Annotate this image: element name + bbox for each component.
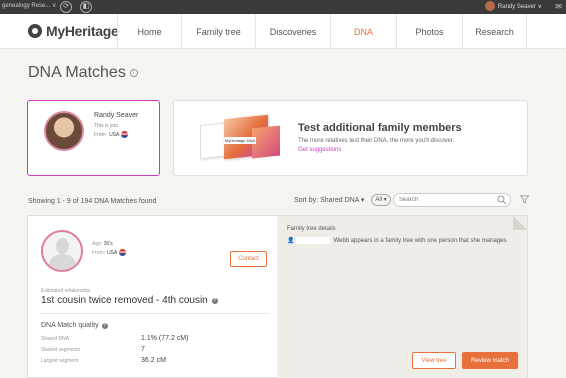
promo-title: Test additional family members: [298, 122, 462, 134]
stat-label: Shared segments: [41, 347, 81, 353]
user-avatar: [484, 1, 495, 11]
tree-details-text: 👤 Webb appears in a family tree with one …: [287, 237, 506, 244]
age-label: Age:: [92, 241, 103, 247]
sort-dropdown[interactable]: Sort by: Shared DNA ▾: [294, 196, 364, 204]
notifications-icon[interactable]: ◧: [80, 1, 92, 13]
quality-title-text: DNA Match quality: [41, 322, 99, 329]
nav-photos[interactable]: Photos: [396, 14, 462, 49]
match-origin: From: USA: [92, 249, 127, 256]
search-icon[interactable]: [497, 195, 507, 205]
myheritage-logo[interactable]: MyHeritage: [28, 23, 119, 39]
age-value: 30's: [103, 241, 113, 247]
filter-icon[interactable]: [520, 195, 529, 204]
nav-dna[interactable]: DNA: [330, 14, 396, 49]
dna-kit-image: MyHeritage DNA: [194, 109, 289, 169]
review-match-button[interactable]: Review match: [462, 352, 518, 369]
nav-photos-label: Photos: [415, 26, 444, 37]
redacted-name: [296, 237, 331, 244]
stat-label: Largest segment: [41, 358, 79, 364]
stat-shared-segments: Shared segments 7: [41, 346, 261, 353]
tree-selector[interactable]: genealogy Rese... ∨: [2, 2, 56, 9]
nav-menu: Home Family tree Discoveries DNA Photos …: [117, 14, 527, 49]
sync-icon[interactable]: ⟳: [60, 1, 72, 13]
match-country: USA: [107, 249, 118, 256]
usa-flag-icon: [121, 131, 129, 138]
user-name: Randy Seaver ∨: [497, 3, 542, 10]
stat-value: 7: [141, 346, 145, 353]
tree-text-body: Webb appears in a family tree with one p…: [333, 238, 507, 245]
match-quality-title: DNA Match quality ?: [41, 322, 108, 329]
stat-largest-segment: Largest segment 36.2 cM: [41, 357, 261, 364]
view-tree-button[interactable]: View tree: [412, 352, 456, 369]
page-title: DNA Matches i: [28, 64, 138, 82]
stat-label: Shared DNA: [41, 336, 70, 342]
user-menu[interactable]: Randy Seaver ∨: [484, 1, 542, 11]
profile-origin: From: USA: [94, 131, 129, 138]
contact-button[interactable]: Contact: [230, 251, 267, 267]
kit-label: MyHeritage DNA: [224, 137, 257, 144]
profile-name: Randy Seaver: [94, 112, 139, 119]
profile-from-label: From:: [94, 131, 108, 138]
tree-details-title: Family tree details: [287, 226, 336, 232]
nav-family-tree[interactable]: Family tree: [181, 14, 255, 49]
page-title-text: DNA Matches: [28, 64, 126, 81]
logo-mark-icon: [28, 24, 42, 38]
match-from-label: From:: [92, 249, 106, 256]
main-navbar: MyHeritage Home Family tree Discoveries …: [0, 14, 566, 49]
nav-discoveries-label: Discoveries: [269, 26, 317, 37]
person-icon: 👤: [287, 238, 295, 245]
help-icon[interactable]: ?: [211, 297, 218, 304]
search-input[interactable]: [394, 194, 489, 206]
match-avatar[interactable]: [41, 230, 83, 272]
test-family-promo: MyHeritage DNA Test additional family me…: [173, 100, 528, 176]
my-profile-card[interactable]: Randy Seaver This is you From: USA: [27, 100, 160, 176]
results-count: Showing 1 - 9 of 194 DNA Matches found: [28, 198, 157, 205]
nav-research-label: Research: [475, 26, 514, 37]
logo-text: MyHeritage: [46, 23, 119, 39]
stat-value: 1.1% (77.2 cM): [141, 335, 189, 342]
nav-discoveries[interactable]: Discoveries: [255, 14, 330, 49]
nav-dna-label: DNA: [353, 26, 373, 37]
stat-value: 36.2 cM: [141, 357, 166, 364]
estimated-relationship-label: Estimated relationship: [41, 288, 91, 294]
info-icon[interactable]: i: [129, 69, 138, 77]
search-box: [393, 193, 511, 207]
stat-shared-dna: Shared DNA 1.1% (77.2 cM): [41, 335, 261, 342]
nav-family-tree-label: Family tree: [196, 26, 241, 37]
nav-home[interactable]: Home: [117, 14, 181, 49]
estimated-relationship: 1st cousin twice removed - 4th cousin ?: [41, 295, 218, 306]
help-icon[interactable]: ?: [101, 322, 108, 329]
match-age: Age: 30's: [92, 241, 113, 247]
nav-home-label: Home: [137, 26, 162, 37]
promo-text: The more relatives test their DNA, the m…: [298, 138, 455, 144]
profile-subtitle: This is you: [94, 123, 118, 129]
relationship-text: 1st cousin twice removed - 4th cousin: [41, 295, 208, 306]
usa-flag-icon: [119, 249, 127, 256]
top-account-bar: genealogy Rese... ∨ ⟳ ◧ Randy Seaver ∨ ✉: [0, 0, 566, 14]
get-suggestions-link[interactable]: Get suggestions: [298, 147, 341, 153]
corner-fold-icon: [513, 216, 527, 230]
divider: [41, 313, 269, 314]
mail-icon[interactable]: ✉: [555, 2, 562, 11]
dna-match-card: Age: 30's From: USA Contact Estimated re…: [27, 215, 528, 378]
match-summary: Age: 30's From: USA Contact Estimated re…: [28, 216, 278, 378]
family-tree-panel: Family tree details 👤 Webb appears in a f…: [278, 216, 527, 378]
nav-research[interactable]: Research: [462, 14, 527, 49]
profile-country: USA: [109, 131, 120, 138]
profile-photo: [44, 111, 84, 151]
filter-all-dropdown[interactable]: All ▾: [371, 194, 391, 206]
